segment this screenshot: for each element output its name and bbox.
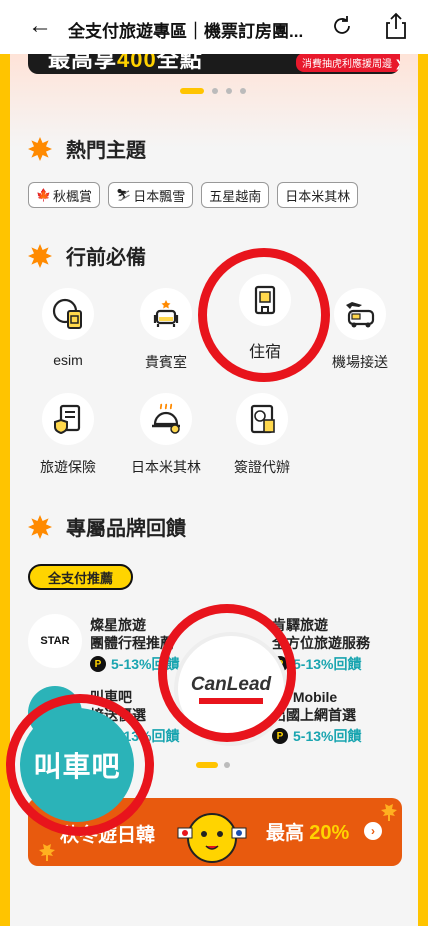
arrow-right-icon[interactable]: ›: [364, 822, 382, 840]
section-prep-title: 行前必備: [66, 247, 146, 269]
section-prep-header: 行前必備: [28, 241, 146, 270]
section-hot-header: 熱門主題: [28, 134, 146, 163]
prep-michelin[interactable]: 日本米其林: [126, 393, 206, 477]
page-title: 全支付旅遊專區｜機票訂房團...: [68, 22, 304, 41]
highlight-ring-canlead: [158, 604, 296, 742]
brand-carousel-indicator: [196, 762, 230, 768]
carousel-indicator: [180, 88, 246, 94]
theme-chips: 🍁 秋楓賞 ⛷ 日本飄雪 五星越南 日本米其林: [28, 182, 359, 208]
banner-pill[interactable]: 消費抽虎利應援周邊 ❯: [296, 53, 400, 72]
insurance-shield-icon: [42, 393, 94, 445]
reload-icon[interactable]: [330, 14, 354, 38]
section-brand-header: 專屬品牌回饋: [28, 512, 186, 541]
prep-esim[interactable]: esim: [28, 288, 108, 368]
passport-icon: [236, 393, 288, 445]
maple-leaf-icon: [381, 801, 397, 821]
chip-vietnam[interactable]: 五星越南: [201, 182, 270, 208]
prep-visa[interactable]: 簽證代辦: [222, 393, 302, 477]
prep-lounge[interactable]: 貴賓室: [126, 288, 206, 372]
star-burst-icon: [28, 136, 52, 161]
chip-autumn[interactable]: 🍁 秋楓賞: [28, 182, 100, 208]
maple-leaf-icon: 🍁: [36, 188, 51, 202]
star-burst-icon: [28, 243, 52, 268]
promo-right-text: 最高 20%: [266, 822, 350, 844]
prep-airport-transfer[interactable]: 機場接送: [320, 288, 400, 372]
top-bar: ← 全支付旅遊專區｜機票訂房團...: [0, 0, 428, 54]
star-travel-logo: STAR: [28, 614, 82, 668]
skier-icon: ⛷: [115, 188, 132, 202]
prep-insurance[interactable]: 旅遊保險: [28, 393, 108, 477]
chip-snow[interactable]: ⛷ 日本飄雪: [107, 182, 194, 208]
cloche-dish-icon: [140, 393, 192, 445]
back-arrow-icon[interactable]: ←: [28, 14, 52, 38]
chip-michelin[interactable]: 日本米其林: [277, 182, 359, 208]
section-brand-title: 專屬品牌回饋: [66, 518, 186, 540]
airport-van-icon: [334, 288, 386, 340]
tiger-mascot-icon: [177, 813, 247, 863]
lounge-chair-icon: [140, 288, 192, 340]
maple-leaf-icon: [39, 841, 55, 861]
esim-card-icon: [42, 288, 94, 340]
section-hot-title: 熱門主題: [66, 140, 146, 162]
star-burst-icon: [28, 514, 52, 539]
share-icon[interactable]: [384, 12, 408, 40]
highlight-ring-jiaoche: [6, 694, 154, 836]
highlight-ring-hotel: [198, 248, 330, 382]
recommend-badge[interactable]: 全支付推薦: [28, 564, 134, 590]
